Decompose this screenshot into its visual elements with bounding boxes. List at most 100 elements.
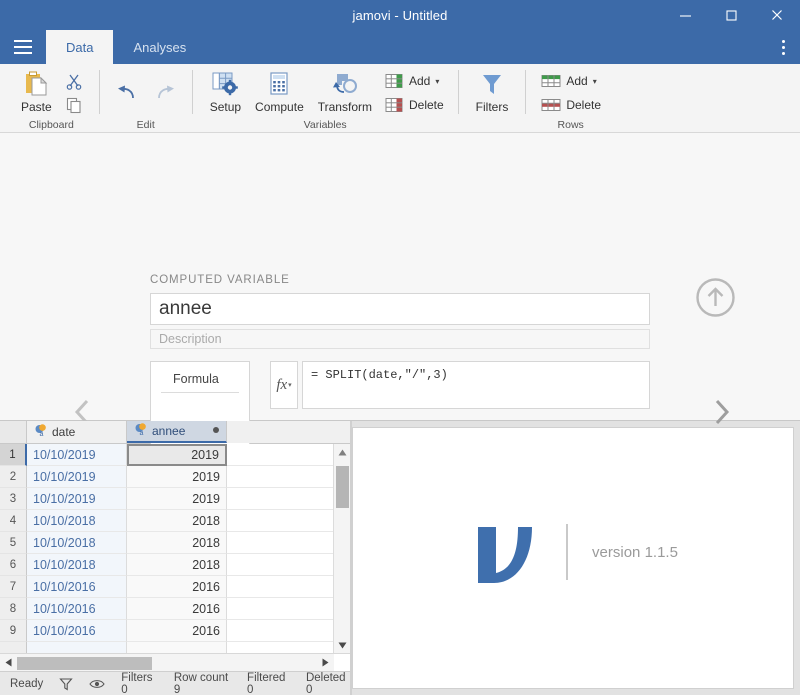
cell-date[interactable]: 10/10/2018 [27,510,127,532]
table-row[interactable]: 4 10/10/2018 2018 [0,510,333,532]
cell-date[interactable]: 10/10/2018 [27,532,127,554]
table-row[interactable]: 8 10/10/2016 2016 [0,598,333,620]
vertical-scroll-thumb[interactable] [336,466,349,508]
cell-annee[interactable] [127,642,227,653]
horizontal-scroll-track[interactable] [17,654,317,671]
row-header[interactable]: 8 [0,598,27,620]
row-header[interactable]: 2 [0,466,27,488]
cell-date[interactable]: 10/10/2016 [27,620,127,642]
cell-annee[interactable]: 2018 [127,554,227,576]
table-row[interactable]: 7 10/10/2016 2016 [0,576,333,598]
cell-annee[interactable]: 2019 [127,466,227,488]
cell-empty[interactable] [227,488,333,510]
copy-icon [63,94,85,116]
variable-name-input[interactable]: annee [150,293,650,325]
filter-icon[interactable] [59,677,73,691]
paste-button[interactable]: Paste [14,67,59,116]
collapse-editor-button[interactable] [694,276,737,324]
cell-date[interactable] [27,642,127,653]
column-header-date[interactable]: a date [27,421,127,443]
ribbon-separator-2 [191,70,193,114]
cell-date[interactable]: 10/10/2019 [27,444,127,466]
hamburger-menu-icon[interactable] [0,30,46,64]
cell-empty[interactable] [227,620,333,642]
cell-empty[interactable] [227,466,333,488]
cell-annee[interactable]: 2019 [127,444,227,466]
column-header-empty[interactable] [227,421,350,443]
lower-split: a date a annee 1 10/10/2019 2019 2 10/10… [0,421,800,695]
column-header-annee[interactable]: a annee [127,421,227,443]
eye-icon[interactable] [89,678,105,690]
table-row[interactable]: 6 10/10/2018 2018 [0,554,333,576]
jamovi-window: jamovi - Untitled Data Analyses Paste Cl… [0,0,800,695]
scroll-down-icon[interactable] [338,637,347,653]
cell-annee[interactable]: 2018 [127,532,227,554]
row-header[interactable]: 3 [0,488,27,510]
tab-data[interactable]: Data [46,30,114,64]
fx-function-button[interactable]: fx ▾ [270,361,298,409]
filters-button[interactable]: Filters [469,67,516,116]
maximize-icon[interactable] [708,0,754,30]
cell-empty[interactable] [227,598,333,620]
table-row-empty[interactable] [0,642,333,653]
horizontal-scroll-thumb[interactable] [17,657,152,670]
cell-empty[interactable] [227,554,333,576]
cut-button[interactable] [59,69,89,93]
vertical-scroll-track[interactable] [334,460,350,637]
undo-button[interactable] [110,82,146,109]
cell-empty[interactable] [227,444,333,466]
tab-analyses[interactable]: Analyses [113,30,206,64]
compute-button[interactable]: Compute [248,67,311,116]
row-header[interactable]: 4 [0,510,27,532]
fx-label: fx [276,376,288,393]
cell-empty[interactable] [227,642,333,653]
row-header[interactable] [0,642,27,653]
cell-date[interactable]: 10/10/2016 [27,576,127,598]
formula-input[interactable]: = SPLIT(date,"/",3) [302,361,650,409]
cell-annee[interactable]: 2016 [127,598,227,620]
row-header[interactable]: 5 [0,532,27,554]
row-header[interactable]: 6 [0,554,27,576]
table-row[interactable]: 3 10/10/2019 2019 [0,488,333,510]
cell-empty[interactable] [227,576,333,598]
cell-annee[interactable]: 2016 [127,576,227,598]
table-row[interactable]: 5 10/10/2018 2018 [0,532,333,554]
cell-date[interactable]: 10/10/2018 [27,554,127,576]
table-row[interactable]: 1 10/10/2019 2019 [0,444,333,466]
add-variable-button[interactable]: Add ▾ [379,69,448,93]
table-row[interactable]: 2 10/10/2019 2019 [0,466,333,488]
row-header[interactable]: 9 [0,620,27,642]
cell-date[interactable]: 10/10/2019 [27,488,127,510]
setup-button[interactable]: Setup [203,67,248,116]
minimize-icon[interactable] [662,0,708,30]
add-row-button[interactable]: Add ▾ [536,69,605,93]
row-header[interactable]: 7 [0,576,27,598]
ribbon-separator-3 [457,70,459,114]
cell-annee[interactable]: 2018 [127,510,227,532]
cell-date[interactable]: 10/10/2016 [27,598,127,620]
clipboard-small-buttons [59,67,89,117]
delete-variable-button[interactable]: Delete [379,93,448,117]
overflow-menu-icon[interactable] [766,30,800,64]
redo-button[interactable] [146,82,182,109]
cell-annee[interactable]: 2019 [127,488,227,510]
status-row-count: Row count 9 [173,671,229,695]
cell-date[interactable]: 10/10/2019 [27,466,127,488]
transform-button[interactable]: Transform [311,67,379,116]
horizontal-scrollbar[interactable] [0,653,350,671]
version-label: version 1.1.5 [592,543,678,561]
row-header[interactable]: 1 [0,444,27,466]
cell-empty[interactable] [227,510,333,532]
vertical-scrollbar[interactable] [333,444,350,653]
close-icon[interactable] [754,0,800,30]
table-row[interactable]: 9 10/10/2016 2016 [0,620,333,642]
variable-description-input[interactable]: Description [150,329,650,349]
delete-row-button[interactable]: Delete [536,93,605,117]
cell-annee[interactable]: 2016 [127,620,227,642]
copy-button[interactable] [59,93,89,117]
cell-empty[interactable] [227,532,333,554]
scroll-right-icon[interactable] [317,658,334,667]
results-panel[interactable]: version 1.1.5 [352,427,794,689]
scroll-left-icon[interactable] [0,658,17,667]
scroll-up-icon[interactable] [338,444,347,460]
